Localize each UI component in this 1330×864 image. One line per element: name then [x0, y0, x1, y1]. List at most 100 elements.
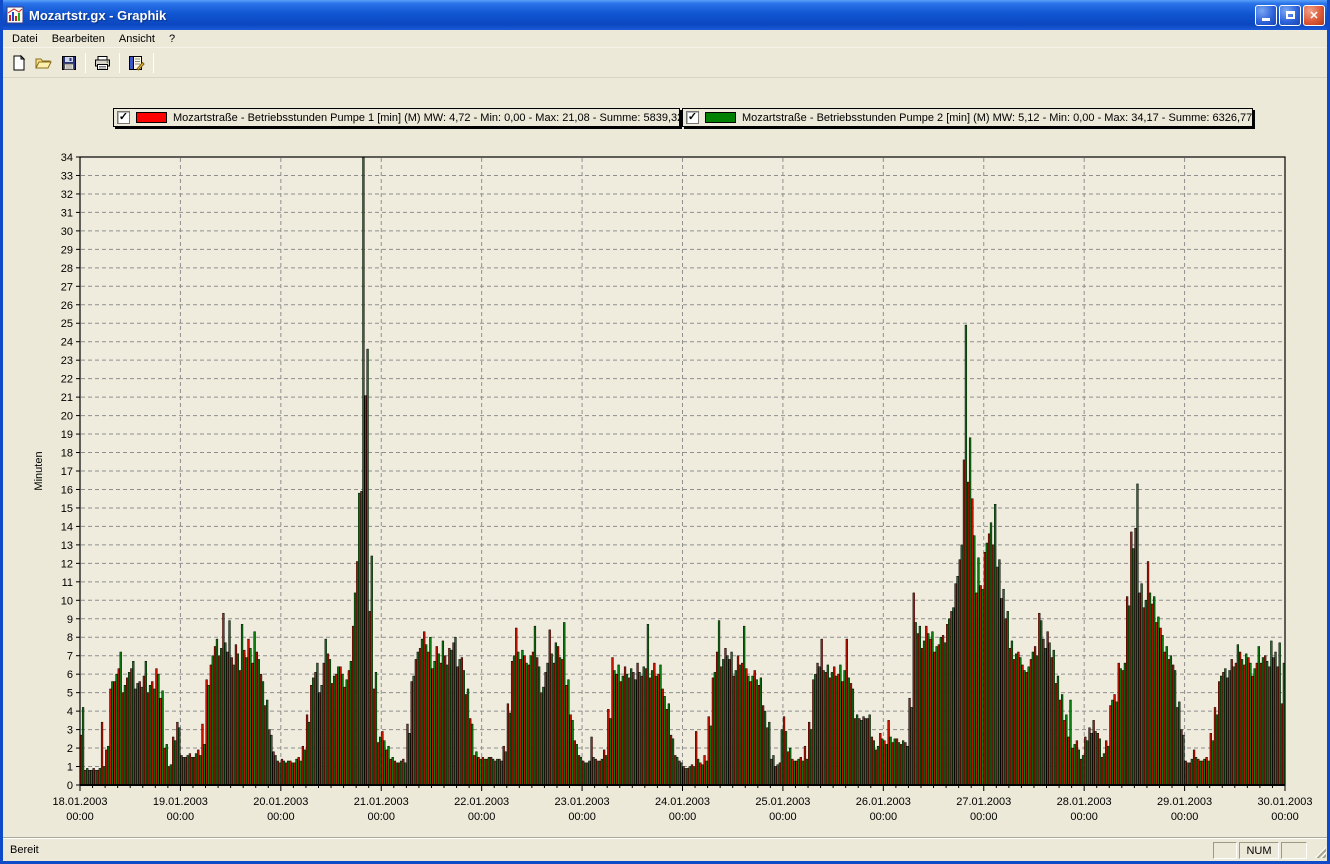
svg-text:23: 23 — [61, 355, 73, 367]
svg-text:00:00: 00:00 — [468, 811, 496, 823]
svg-text:30: 30 — [61, 226, 73, 238]
save-floppy-icon — [61, 55, 77, 71]
menu-bar: Datei Bearbeiten Ansicht ? — [0, 30, 1330, 48]
legend-pump1-label: Mozartstraße - Betriebsstunden Pumpe 1 [… — [173, 112, 680, 124]
svg-text:25: 25 — [61, 318, 73, 330]
properties-button[interactable] — [124, 51, 149, 75]
chart-area: 0123456789101112131415161718192021222324… — [0, 78, 1330, 838]
legend-pump2-checkbox[interactable]: ✓ — [686, 111, 699, 124]
toolbar-separator — [119, 53, 120, 73]
svg-text:27: 27 — [61, 281, 73, 293]
svg-text:9: 9 — [67, 614, 73, 626]
title-bar: Mozartstr.gx - Graphik ✕ — [0, 0, 1330, 30]
svg-text:4: 4 — [67, 706, 73, 718]
svg-text:31: 31 — [61, 207, 73, 219]
svg-text:26: 26 — [61, 300, 73, 312]
svg-text:00:00: 00:00 — [66, 811, 94, 823]
svg-text:20: 20 — [61, 411, 73, 423]
svg-text:24: 24 — [61, 337, 73, 349]
svg-text:16: 16 — [61, 484, 73, 496]
print-button[interactable] — [90, 51, 115, 75]
svg-text:00:00: 00:00 — [367, 811, 395, 823]
close-icon: ✕ — [1309, 9, 1318, 22]
svg-text:7: 7 — [67, 651, 73, 663]
svg-text:13: 13 — [61, 540, 73, 552]
window-title: Mozartstr.gx - Graphik — [29, 8, 1253, 23]
minimize-button[interactable] — [1255, 5, 1277, 26]
svg-text:00:00: 00:00 — [267, 811, 295, 823]
svg-text:22: 22 — [61, 374, 73, 386]
svg-text:21.01.2003: 21.01.2003 — [354, 796, 409, 808]
svg-text:28: 28 — [61, 263, 73, 275]
new-document-icon — [11, 55, 27, 71]
toolbar-separator — [85, 53, 86, 73]
svg-text:00:00: 00:00 — [1070, 811, 1098, 823]
status-panel-scrl — [1281, 842, 1307, 859]
close-button[interactable]: ✕ — [1303, 5, 1325, 26]
svg-text:20.01.2003: 20.01.2003 — [253, 796, 308, 808]
status-bar: Bereit NUM — [3, 838, 1327, 861]
menu-hilfe[interactable]: ? — [162, 31, 182, 47]
app-icon — [6, 6, 24, 24]
toolbar-separator — [153, 53, 154, 73]
svg-text:27.01.2003: 27.01.2003 — [956, 796, 1011, 808]
menu-ansicht[interactable]: Ansicht — [112, 31, 162, 47]
svg-text:00:00: 00:00 — [870, 811, 898, 823]
svg-text:26.01.2003: 26.01.2003 — [856, 796, 911, 808]
menu-bearbeiten[interactable]: Bearbeiten — [45, 31, 112, 47]
edit-properties-icon — [128, 55, 145, 71]
svg-text:34: 34 — [61, 152, 73, 164]
svg-text:00:00: 00:00 — [669, 811, 697, 823]
svg-text:00:00: 00:00 — [769, 811, 797, 823]
toolbar — [0, 48, 1330, 78]
status-panel-num: NUM — [1239, 842, 1279, 859]
svg-text:00:00: 00:00 — [970, 811, 998, 823]
window-border-left — [0, 0, 3, 864]
legend-pump1: ✓ Mozartstraße - Betriebsstunden Pumpe 1… — [113, 108, 680, 127]
open-folder-icon — [35, 55, 52, 71]
svg-text:5: 5 — [67, 688, 73, 700]
svg-text:18: 18 — [61, 448, 73, 460]
svg-text:8: 8 — [67, 632, 73, 644]
svg-text:29: 29 — [61, 244, 73, 256]
pump-hours-bar-chart: 0123456789101112131415161718192021222324… — [0, 78, 1330, 838]
legend-pump1-swatch — [136, 112, 167, 123]
svg-text:0: 0 — [67, 780, 73, 792]
svg-text:6: 6 — [67, 669, 73, 681]
svg-text:28.01.2003: 28.01.2003 — [1057, 796, 1112, 808]
svg-text:14: 14 — [61, 521, 73, 533]
svg-text:32: 32 — [61, 189, 73, 201]
legend-pump2: ✓ Mozartstraße - Betriebsstunden Pumpe 2… — [682, 108, 1253, 127]
svg-text:10: 10 — [61, 595, 73, 607]
svg-text:15: 15 — [61, 503, 73, 515]
resize-grip[interactable] — [1311, 843, 1326, 858]
svg-text:24.01.2003: 24.01.2003 — [655, 796, 710, 808]
minimize-icon — [1262, 18, 1270, 21]
new-button[interactable] — [6, 51, 31, 75]
legend-pump2-label: Mozartstraße - Betriebsstunden Pumpe 2 [… — [742, 112, 1252, 124]
status-message: Bereit — [3, 844, 1213, 856]
svg-text:17: 17 — [61, 466, 73, 478]
svg-text:00:00: 00:00 — [1171, 811, 1199, 823]
svg-text:00:00: 00:00 — [1271, 811, 1299, 823]
save-button[interactable] — [56, 51, 81, 75]
maximize-button[interactable] — [1279, 5, 1301, 26]
svg-text:22.01.2003: 22.01.2003 — [454, 796, 509, 808]
svg-text:3: 3 — [67, 725, 73, 737]
svg-text:21: 21 — [61, 392, 73, 404]
svg-text:11: 11 — [62, 577, 73, 589]
printer-icon — [94, 55, 111, 71]
svg-text:19: 19 — [61, 429, 73, 441]
legend-pump1-checkbox[interactable]: ✓ — [117, 111, 130, 124]
svg-text:12: 12 — [61, 558, 73, 570]
svg-text:25.01.2003: 25.01.2003 — [755, 796, 810, 808]
menu-datei[interactable]: Datei — [5, 31, 45, 47]
svg-text:2: 2 — [67, 743, 73, 755]
status-panel-caps — [1213, 842, 1237, 859]
open-button[interactable] — [31, 51, 56, 75]
svg-text:Minuten: Minuten — [33, 451, 45, 490]
svg-text:00:00: 00:00 — [568, 811, 596, 823]
legend-pump2-swatch — [705, 112, 736, 123]
svg-text:30.01.2003: 30.01.2003 — [1257, 796, 1312, 808]
svg-text:00:00: 00:00 — [167, 811, 195, 823]
